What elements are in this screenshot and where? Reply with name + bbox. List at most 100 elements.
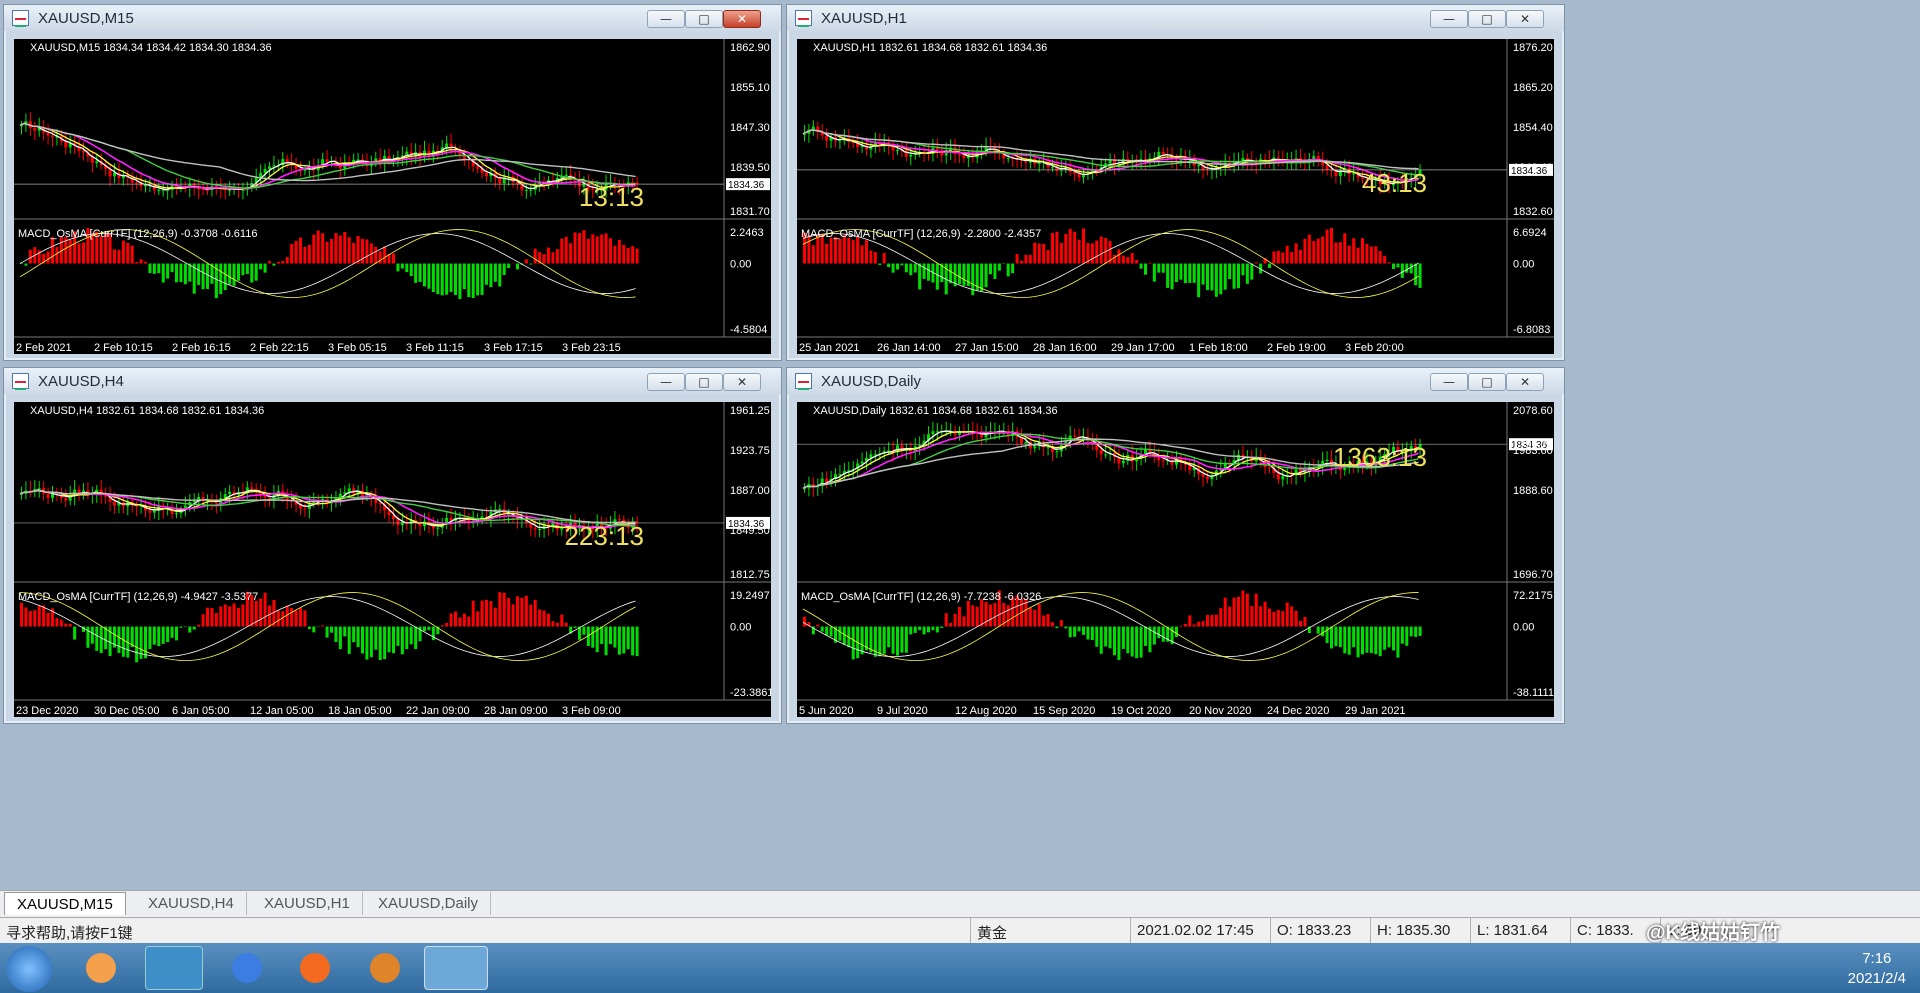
candle [1161,460,1165,462]
chart-area[interactable]: XAUUSD,M15 1834.34 1834.42 1834.30 1834.… [14,39,771,354]
candle [1073,435,1077,437]
macd-bar [1334,626,1338,647]
chart-area[interactable]: XAUUSD,Daily 1832.61 1834.68 1832.61 183… [797,402,1554,717]
chart-area[interactable]: XAUUSD,H1 1832.61 1834.68 1832.61 1834.3… [797,39,1554,354]
app-icon-orange[interactable] [72,946,130,990]
macd-bar [1374,246,1378,264]
status-symbol: 黄金 [970,918,1130,943]
maximize-button[interactable]: □ [1468,373,1506,391]
macd-bar [1281,252,1285,264]
minimize-button[interactable]: — [1430,373,1468,391]
chart-window-h1[interactable]: XAUUSD,H1 — □ ✕ XAUUSD,H1 1832.61 1834.68 18… [786,4,1565,361]
macd-bar [330,626,333,633]
macd-bar [1414,263,1418,286]
maximize-button[interactable]: □ [685,373,723,391]
window-titlebar[interactable]: XAUUSD,Daily — □ ✕ [787,368,1564,394]
macd-bar [1161,263,1165,273]
macd-label: MACD_OsMA [CurrTF] (12,26,9) -7.7238 -6.… [801,591,1041,603]
macd-bar [166,263,170,279]
chart-window-m15[interactable]: XAUUSD,M15 — □ ✕ XAUUSD,M15 1834.34 1834.42 … [3,4,782,361]
macd-bar [20,602,23,627]
macd-bar [1392,626,1395,651]
macd-bar [1192,263,1196,283]
macd-bar [400,263,404,269]
macd-bar [237,607,240,627]
start-button[interactable] [6,946,52,992]
maximize-button[interactable]: □ [685,10,723,28]
macd-bar [73,626,77,640]
macd-bar [1135,626,1139,659]
tab-h1[interactable]: XAUUSD,H1 [252,892,363,915]
macd-bar [431,626,435,641]
macd-label: MACD_OsMA [CurrTF] (12,26,9) -0.3708 -0.… [18,228,257,240]
macd-bar [520,597,524,627]
macd-bar [600,234,604,264]
price-tick-label: 1923.75 [730,445,770,457]
macd-bar [471,263,475,299]
close-button[interactable]: ✕ [1506,373,1544,391]
macd-bar [613,245,617,264]
macd-bar [582,626,586,635]
macd-bar [1064,626,1068,629]
macd-bar [1396,263,1400,268]
macd-bar [882,626,886,654]
wechat-icon[interactable] [145,946,203,990]
window-titlebar[interactable]: XAUUSD,H4 — □ ✕ [4,368,781,394]
macd-bar [1051,233,1054,264]
minimize-button[interactable]: — [1430,10,1468,28]
macd-bar [325,626,329,638]
close-button[interactable]: ✕ [723,10,761,28]
macd-bar [405,263,409,273]
chart-area[interactable]: XAUUSD,H4 1832.61 1834.68 1832.61 1834.3… [14,402,771,717]
app-icon-mask[interactable] [356,946,414,990]
macd-bar [1268,263,1271,268]
close-button[interactable]: ✕ [723,373,761,391]
chart-window-daily[interactable]: XAUUSD,Daily — □ ✕ XAUUSD,Daily 1832.61 1834… [786,367,1565,724]
macd-bar [334,232,338,264]
tab-m15[interactable]: XAUUSD,M15 [4,892,126,915]
macd-bar [90,626,94,644]
window-titlebar[interactable]: XAUUSD,H1 — □ ✕ [787,5,1564,31]
chart-window-h4[interactable]: XAUUSD,H4 — □ ✕ XAUUSD,H4 1832.61 1834.68 18… [3,367,782,724]
candle [214,502,218,504]
candle [860,461,864,464]
macd-bar [600,626,604,644]
macd-bar [1011,263,1015,274]
watermark: @K线姑姑钉竹 [1646,922,1780,944]
firefox-icon[interactable] [286,946,344,990]
macd-bar [82,242,85,264]
macd-bar [980,263,984,292]
macd-bar [259,598,263,627]
macd-bar [1325,229,1329,264]
macd-bar [51,237,54,264]
macd-bar [449,263,453,292]
note-app-icon[interactable] [218,946,276,990]
candle [825,135,829,141]
macd-bar [369,626,373,658]
macd-bar [197,624,201,627]
candle [1175,159,1178,161]
macd-bar [1183,623,1187,627]
macd-bar [1042,615,1046,627]
window-titlebar[interactable]: XAUUSD,M15 — □ ✕ [4,5,781,31]
macd-bar [1237,596,1240,627]
minimize-button[interactable]: — [647,373,685,391]
maximize-button[interactable]: □ [1468,10,1506,28]
macd-bar [493,607,497,627]
mt4-taskbar-icon[interactable] [424,946,488,990]
macd-bar [1387,262,1391,264]
macd-bar [953,613,957,627]
system-clock[interactable]: 7:16 2021/2/4 [1848,949,1906,989]
macd-bar [829,237,833,264]
price-tick-label: 1847.30 [730,122,770,134]
tab-daily[interactable]: XAUUSD,Daily [366,892,492,915]
minimize-button[interactable]: — [647,10,685,28]
macd-bar [1046,250,1050,264]
macd-bar [241,263,245,276]
candle [268,166,271,169]
time-tick-label: 3 Feb 17:15 [484,342,543,354]
tab-h4[interactable]: XAUUSD,H4 [136,892,247,915]
macd-bar [626,247,630,264]
close-button[interactable]: ✕ [1506,10,1544,28]
macd-bar [431,263,435,293]
